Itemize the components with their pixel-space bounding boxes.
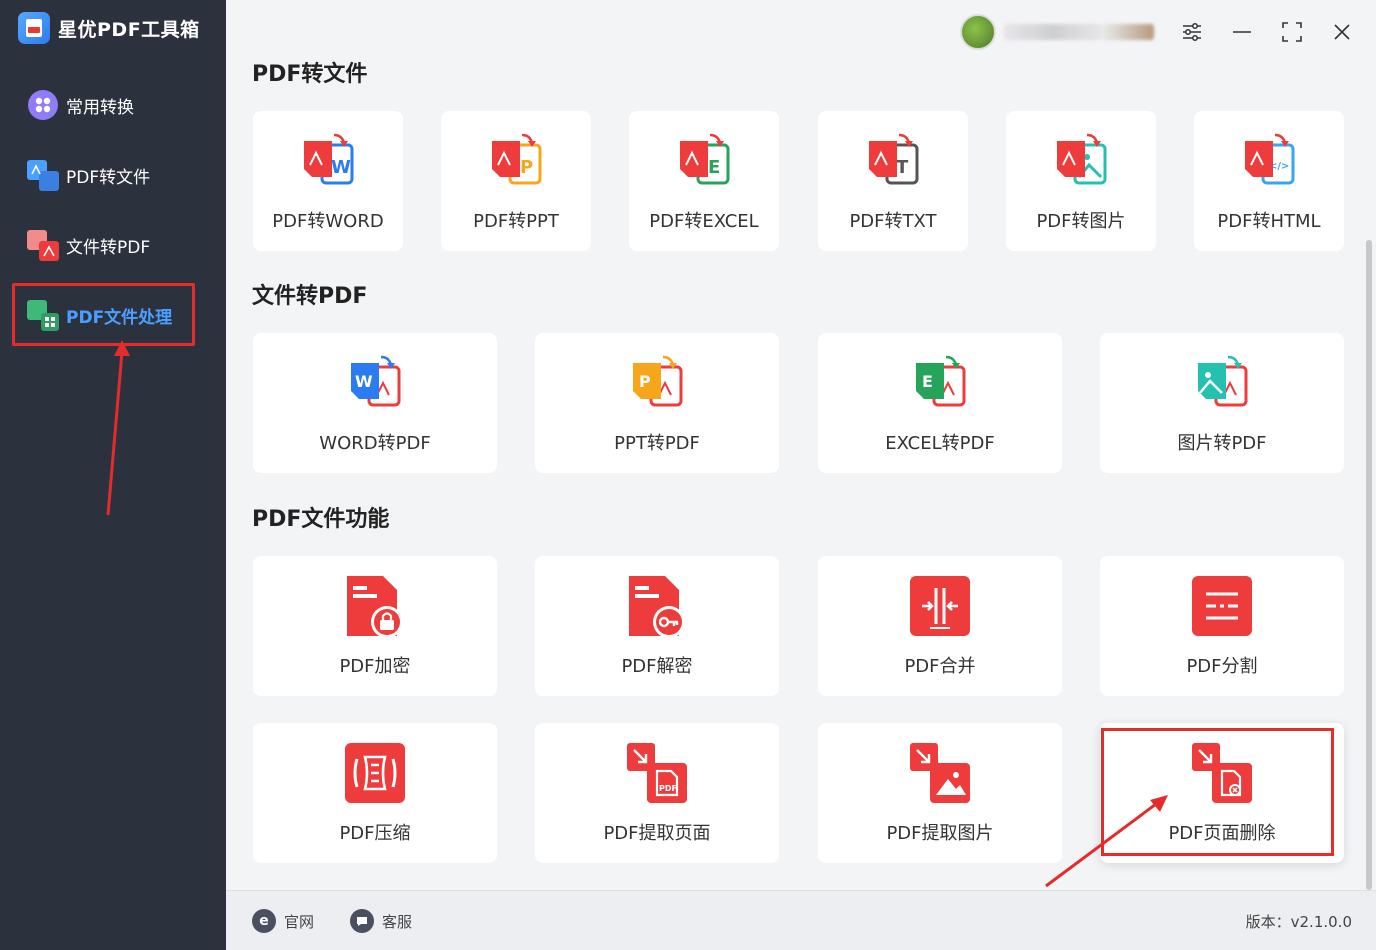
image-to-pdf-icon xyxy=(1190,351,1254,415)
card-pdf-to-html[interactable]: </> PDF转HTML xyxy=(1194,111,1344,251)
pdf-to-excel-icon: E xyxy=(672,129,736,193)
card-label: PDF解密 xyxy=(621,656,693,677)
card-label: PDF转PPT xyxy=(473,211,559,232)
app-logo-icon xyxy=(18,12,50,44)
card-pdf-compress[interactable]: PDF压缩 xyxy=(253,723,497,863)
word-to-pdf-icon: W xyxy=(343,351,407,415)
minimize-button[interactable] xyxy=(1228,18,1256,46)
card-pdf-to-image[interactable]: PDF转图片 xyxy=(1006,111,1156,251)
svg-text:E: E xyxy=(922,372,933,391)
svg-text:E: E xyxy=(708,157,720,178)
section-title-pdf-functions: PDF文件功能 xyxy=(252,507,390,532)
card-label: PDF分割 xyxy=(1186,656,1258,677)
maximize-icon xyxy=(1282,22,1302,42)
svg-text:W: W xyxy=(355,372,373,391)
close-icon xyxy=(1334,24,1350,40)
card-label: WORD转PDF xyxy=(319,433,431,454)
merge-icon xyxy=(908,574,972,638)
settings-button[interactable] xyxy=(1178,18,1206,46)
sidebar-item-common-convert[interactable]: 常用转换 xyxy=(26,88,134,122)
pdf-to-file-icon xyxy=(26,158,60,192)
sidebar-item-file-to-pdf[interactable]: 文件转PDF xyxy=(26,228,150,262)
card-label: PDF转WORD xyxy=(272,211,384,232)
sidebar: 星优PDF工具箱 常用转换 PDF转文件 文件转PDF PDF文件处理 xyxy=(0,0,226,950)
close-button[interactable] xyxy=(1328,18,1356,46)
pdf-to-word-icon: W xyxy=(296,129,360,193)
extract-image-icon xyxy=(908,741,972,805)
card-label: PDF提取图片 xyxy=(886,823,994,844)
chat-icon xyxy=(350,909,374,933)
card-label: PDF转图片 xyxy=(1036,211,1126,232)
sidebar-item-label: 文件转PDF xyxy=(66,237,151,258)
card-pdf-encrypt[interactable]: PDF加密 xyxy=(253,556,497,696)
card-label: PDF转HTML xyxy=(1217,211,1321,232)
section-title-pdf-to-file: PDF转文件 xyxy=(252,62,368,87)
service-link[interactable]: 客服 xyxy=(350,909,412,933)
card-pdf-merge[interactable]: PDF合并 xyxy=(818,556,1062,696)
card-image-to-pdf[interactable]: 图片转PDF xyxy=(1100,333,1344,473)
ppt-to-pdf-icon: P xyxy=(625,351,689,415)
annotation-arrow xyxy=(106,340,130,516)
brand: 星优PDF工具箱 xyxy=(18,12,200,44)
card-pdf-split[interactable]: PDF分割 xyxy=(1100,556,1344,696)
svg-text:P: P xyxy=(520,157,533,178)
card-label: PDF提取页面 xyxy=(603,823,711,844)
version-text: 版本：v2.1.0.0 xyxy=(1245,913,1352,931)
key-icon xyxy=(625,574,689,638)
scrollbar[interactable] xyxy=(1366,240,1372,890)
sidebar-item-label: 常用转换 xyxy=(66,97,134,118)
card-pdf-decrypt[interactable]: PDF解密 xyxy=(535,556,779,696)
browser-icon: e xyxy=(252,909,276,933)
svg-text:W: W xyxy=(331,157,351,178)
lock-icon xyxy=(343,574,407,638)
svg-text:T: T xyxy=(896,157,909,178)
svg-text:P: P xyxy=(639,372,651,391)
website-link[interactable]: e 官网 xyxy=(252,909,314,933)
pdf-to-html-icon: </> xyxy=(1237,129,1301,193)
compress-icon xyxy=(343,741,407,805)
card-label: EXCEL转PDF xyxy=(885,433,995,454)
pdf-to-image-icon xyxy=(1049,129,1113,193)
avatar[interactable] xyxy=(960,14,996,50)
card-label: PDF加密 xyxy=(339,656,411,677)
app-window: 星优PDF工具箱 常用转换 PDF转文件 文件转PDF PDF文件处理 PDF转… xyxy=(0,0,1376,950)
user-name-blurred xyxy=(1004,24,1154,40)
excel-to-pdf-icon: E xyxy=(908,351,972,415)
card-excel-to-pdf[interactable]: E EXCEL转PDF xyxy=(818,333,1062,473)
maximize-button[interactable] xyxy=(1278,18,1306,46)
file-to-pdf-icon xyxy=(26,228,60,262)
section-title-file-to-pdf: 文件转PDF xyxy=(252,284,368,309)
card-label: 图片转PDF xyxy=(1177,433,1267,454)
card-pdf-to-ppt[interactable]: P PDF转PPT xyxy=(441,111,591,251)
annotation-arrow xyxy=(1045,795,1168,888)
card-pdf-to-txt[interactable]: T PDF转TXT xyxy=(818,111,968,251)
sidebar-item-label: PDF转文件 xyxy=(66,167,151,188)
card-pdf-to-excel[interactable]: E PDF转EXCEL xyxy=(629,111,779,251)
card-label: PDF转TXT xyxy=(849,211,937,232)
highlight-box xyxy=(12,283,195,346)
card-label: PPT转PDF xyxy=(614,433,700,454)
card-word-to-pdf[interactable]: W WORD转PDF xyxy=(253,333,497,473)
card-pdf-to-word[interactable]: W PDF转WORD xyxy=(253,111,403,251)
app-title: 星优PDF工具箱 xyxy=(58,18,200,41)
card-label: PDF压缩 xyxy=(339,823,411,844)
svg-text:PDF: PDF xyxy=(659,784,677,793)
card-label: PDF合并 xyxy=(904,656,976,677)
pdf-to-ppt-icon: P xyxy=(484,129,548,193)
footer: e 官网 客服 版本：v2.1.0.0 xyxy=(226,890,1376,950)
card-ppt-to-pdf[interactable]: P PPT转PDF xyxy=(535,333,779,473)
split-icon xyxy=(1190,574,1254,638)
extract-page-icon: PDF xyxy=(625,741,689,805)
website-label: 官网 xyxy=(284,912,315,931)
minimize-icon xyxy=(1233,31,1251,33)
card-pdf-extract-pages[interactable]: PDF PDF提取页面 xyxy=(535,723,779,863)
card-pdf-extract-images[interactable]: PDF提取图片 xyxy=(818,723,1062,863)
grid-icon xyxy=(26,88,60,122)
sliders-icon xyxy=(1183,23,1201,41)
service-label: 客服 xyxy=(382,912,413,931)
user-info[interactable] xyxy=(960,14,1154,50)
sidebar-item-pdf-to-file[interactable]: PDF转文件 xyxy=(26,158,150,192)
card-label: PDF转EXCEL xyxy=(649,211,759,232)
pdf-to-txt-icon: T xyxy=(861,129,925,193)
